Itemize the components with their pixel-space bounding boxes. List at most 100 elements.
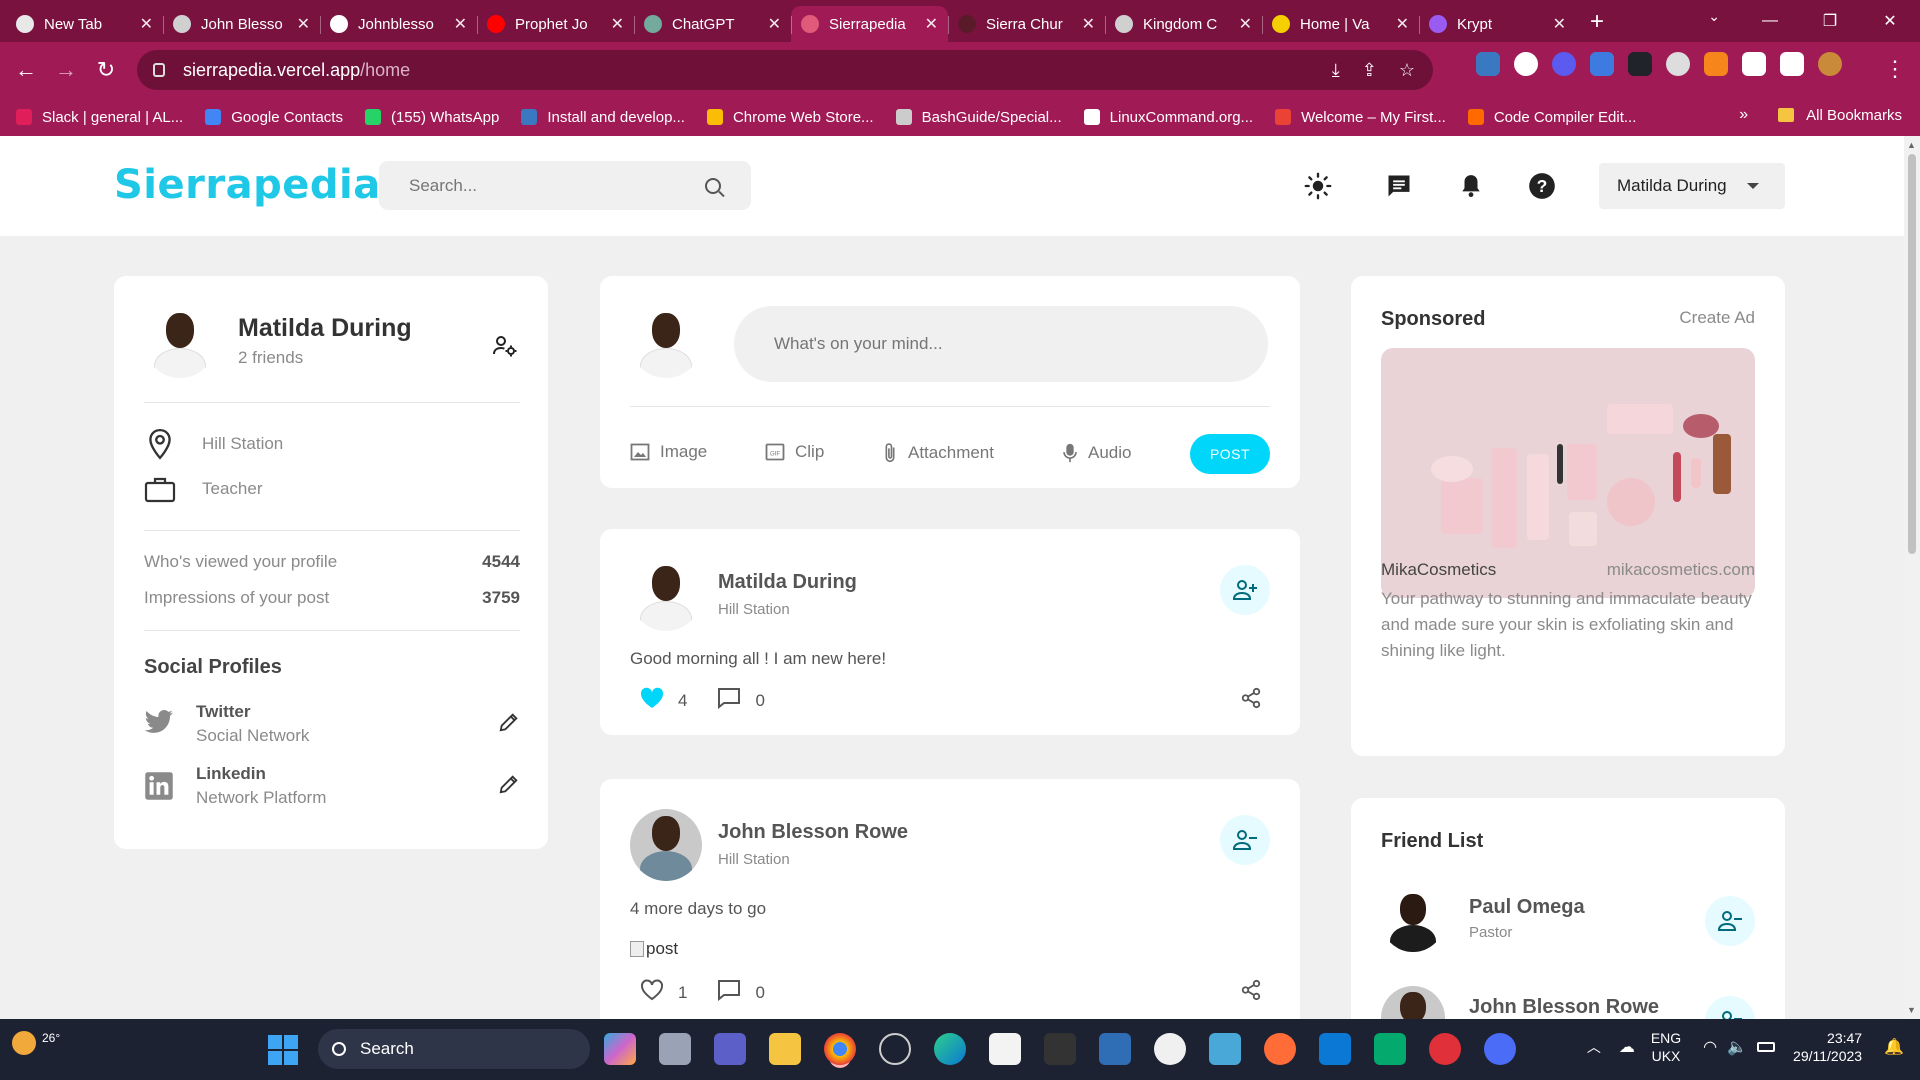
task-view-icon[interactable] — [659, 1033, 691, 1065]
bookmark-item[interactable]: LinuxCommand.org... — [1083, 109, 1253, 126]
app-logo[interactable]: Sierrapedia — [114, 162, 381, 208]
close-tab-icon[interactable]: ✕ — [1239, 14, 1252, 34]
messages-icon[interactable] — [1385, 172, 1413, 200]
avatar[interactable] — [630, 559, 702, 631]
post-input[interactable] — [734, 306, 1268, 382]
volume-icon[interactable]: 🔈 — [1727, 1037, 1747, 1057]
friend-name[interactable]: John Blesson Rowe — [1469, 996, 1659, 1019]
chevron-up-icon[interactable]: ︿ — [1587, 1037, 1601, 1057]
virtualbox-icon[interactable] — [1099, 1033, 1131, 1065]
new-tab-button[interactable]: + — [1590, 8, 1604, 36]
edge-icon[interactable] — [934, 1033, 966, 1065]
ad-brand[interactable]: MikaCosmetics — [1381, 560, 1496, 580]
gear-extension-icon[interactable] — [1552, 52, 1576, 76]
close-tab-icon[interactable]: ✕ — [140, 14, 153, 34]
browser-tab[interactable]: John Blesso ✕ — [163, 6, 320, 42]
copilot-icon[interactable] — [604, 1033, 636, 1065]
reload-icon[interactable]: ↻ — [86, 57, 126, 83]
metamask-extension-icon[interactable] — [1704, 52, 1728, 76]
minimize-icon[interactable]: — — [1740, 0, 1800, 42]
linux-icon[interactable] — [1154, 1033, 1186, 1065]
help-icon[interactable]: ? — [1528, 172, 1556, 200]
lock-icon[interactable] — [153, 63, 165, 77]
audio-button[interactable]: Audio — [1062, 442, 1131, 464]
side-panel-icon[interactable] — [1780, 52, 1804, 76]
remove-friend-button[interactable] — [1705, 896, 1755, 946]
close-window-icon[interactable]: ✕ — [1860, 0, 1920, 42]
edit-icon[interactable] — [498, 773, 520, 800]
restore-icon[interactable]: ❐ — [1800, 0, 1860, 42]
address-bar[interactable]: sierrapedia.vercel.app/home ⤓ ⇪ ☆ — [137, 50, 1433, 90]
browser-tab[interactable]: Sierrapedia ✕ — [791, 6, 948, 42]
postman-icon[interactable] — [1264, 1033, 1296, 1065]
more-bookmarks-icon[interactable]: » — [1739, 106, 1748, 124]
comment-icon[interactable] — [717, 979, 741, 1006]
bookmark-item[interactable]: BashGuide/Special... — [895, 109, 1062, 126]
cloud-icon[interactable]: ☁ — [1619, 1037, 1635, 1057]
install-app-icon[interactable]: ⤓ — [1332, 60, 1340, 81]
post-author[interactable]: John Blesson Rowe — [718, 821, 908, 844]
weather-widget[interactable]: 26° — [12, 1031, 60, 1055]
search-icon[interactable] — [705, 177, 721, 194]
browser-tab[interactable]: Home | Va ✕ — [1262, 6, 1419, 42]
bookmark-item[interactable]: Google Contacts — [205, 109, 343, 126]
terminal-icon[interactable] — [1044, 1033, 1076, 1065]
wifi-icon[interactable]: ◠ — [1703, 1037, 1717, 1057]
create-ad-link[interactable]: Create Ad — [1679, 308, 1755, 328]
back-icon[interactable]: ← — [6, 57, 46, 83]
bookmark-item[interactable]: (155) WhatsApp — [364, 109, 499, 126]
puzzle-extensions-icon[interactable] — [1742, 52, 1766, 76]
close-tab-icon[interactable]: ✕ — [454, 14, 467, 34]
clip-button[interactable]: GIF Clip — [765, 442, 824, 462]
browser-tab[interactable]: Sierra Chur ✕ — [948, 6, 1105, 42]
clock[interactable]: 23:47 29/11/2023 — [1793, 1029, 1862, 1065]
browser-menu-icon[interactable]: ⋮ — [1884, 56, 1906, 82]
close-tab-icon[interactable]: ✕ — [768, 14, 781, 34]
chrome-icon[interactable] — [824, 1033, 856, 1065]
teams-icon[interactable] — [714, 1033, 746, 1065]
bookmark-item[interactable]: Code Compiler Edit... — [1467, 109, 1636, 126]
grammarly-extension-icon[interactable] — [1514, 52, 1538, 76]
bookmark-item[interactable]: Slack | general | AL... — [16, 109, 183, 126]
bookmark-item[interactable]: Welcome – My First... — [1275, 109, 1446, 126]
friend-name[interactable]: Paul Omega — [1469, 896, 1585, 919]
avatar[interactable] — [630, 809, 702, 881]
user-select-dropdown[interactable]: Matilda During — [1599, 163, 1785, 209]
light-mode-icon[interactable] — [1304, 172, 1332, 200]
start-button[interactable] — [268, 1035, 298, 1065]
vscode-icon[interactable] — [1319, 1033, 1351, 1065]
close-tab-icon[interactable]: ✕ — [297, 14, 310, 34]
close-tab-icon[interactable]: ✕ — [1082, 14, 1095, 34]
bookmark-item[interactable]: Chrome Web Store... — [706, 109, 874, 126]
close-tab-icon[interactable]: ✕ — [1553, 14, 1566, 34]
forward-icon[interactable]: → — [46, 57, 86, 83]
bookmark-item[interactable]: Install and develop... — [521, 109, 685, 126]
page-scrollbar[interactable]: ▲ ▼ — [1904, 136, 1920, 1019]
app-red-icon[interactable] — [1429, 1033, 1461, 1065]
scroll-up-icon[interactable]: ▲ — [1907, 140, 1916, 150]
browser-tab[interactable]: New Tab ✕ — [6, 6, 163, 42]
browser-tab[interactable]: Kingdom C ✕ — [1105, 6, 1262, 42]
image-button[interactable]: Image — [630, 442, 707, 462]
browser-tab[interactable]: ChatGPT ✕ — [634, 6, 791, 42]
notification-bell-icon[interactable]: 🔔 — [1884, 1037, 1904, 1057]
avatar[interactable] — [144, 306, 216, 378]
close-tab-icon[interactable]: ✕ — [611, 14, 624, 34]
manage-account-icon[interactable] — [492, 334, 518, 363]
heart-filled-icon[interactable] — [640, 687, 664, 714]
react-extension-icon[interactable] — [1628, 52, 1652, 76]
bookmark-star-icon[interactable]: ☆ — [1399, 60, 1415, 81]
avatar[interactable] — [1381, 888, 1445, 952]
social-name[interactable]: Linkedin — [196, 764, 326, 784]
browser-tab[interactable]: Krypt ✕ — [1419, 6, 1576, 42]
close-tab-icon[interactable]: ✕ — [1396, 14, 1409, 34]
avatar[interactable] — [1381, 986, 1445, 1019]
remove-friend-button[interactable] — [1705, 996, 1755, 1019]
battery-icon[interactable] — [1757, 1042, 1776, 1052]
close-tab-icon[interactable]: ✕ — [925, 14, 938, 34]
app-blue-icon[interactable] — [1484, 1033, 1516, 1065]
remove-friend-button[interactable] — [1220, 815, 1270, 865]
jh-extension-icon[interactable] — [1590, 52, 1614, 76]
taskbar-search[interactable]: Search — [318, 1029, 590, 1069]
store-icon[interactable] — [989, 1033, 1021, 1065]
